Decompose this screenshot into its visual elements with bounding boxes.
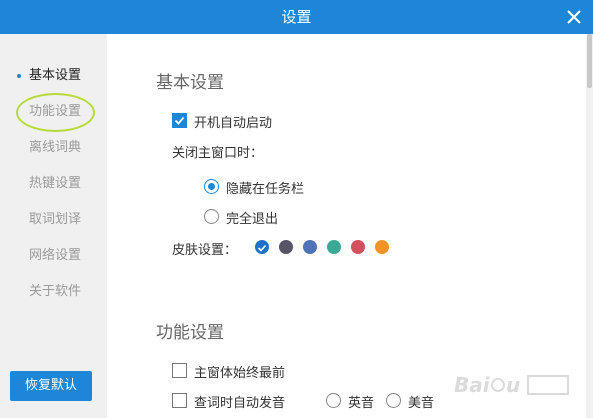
title-bar: 设置: [0, 0, 593, 34]
skin-swatch[interactable]: [351, 240, 365, 254]
uk-pronunciation-radio[interactable]: [326, 393, 341, 408]
highlight-annotation-ellipse: [16, 93, 95, 132]
section-title-basic: 基本设置: [156, 73, 224, 93]
section-title-function: 功能设置: [156, 323, 224, 343]
sidebar-item-network[interactable]: 网络设置: [0, 244, 107, 268]
auto-pronounce-checkbox[interactable]: [172, 393, 187, 408]
skin-swatches: [255, 239, 389, 255]
skin-swatch[interactable]: [327, 240, 341, 254]
sidebar-item-label: 关于软件: [29, 284, 82, 299]
sidebar-item-basic[interactable]: 基本设置: [0, 64, 107, 88]
uk-pronunciation-label: 英音: [348, 396, 375, 411]
restore-defaults-button[interactable]: 恢复默认: [10, 371, 92, 401]
hide-to-taskbar-radio[interactable]: [204, 179, 219, 194]
skin-swatch-selected[interactable]: [255, 240, 269, 254]
exit-completely-radio[interactable]: [204, 209, 219, 224]
autostart-checkbox[interactable]: [172, 113, 187, 128]
sidebar-item-label: 取词划译: [29, 212, 82, 227]
sidebar-item-label: 基本设置: [29, 68, 82, 83]
close-window-label: 关闭主窗口时：: [172, 146, 264, 161]
always-on-top-checkbox[interactable]: [172, 363, 187, 378]
svg-text:u: u: [506, 373, 520, 397]
close-icon[interactable]: [561, 4, 587, 30]
skin-swatch[interactable]: [279, 240, 293, 254]
autostart-label: 开机自动启动: [194, 116, 273, 131]
sidebar-item-label: 网络设置: [29, 248, 82, 263]
svg-text:Bai: Bai: [454, 373, 491, 397]
sidebar-item-word-capture[interactable]: 取词划译: [0, 208, 107, 232]
scrollbar-thumb[interactable]: [587, 34, 592, 88]
check-icon: [257, 244, 267, 252]
window-title: 设置: [281, 8, 312, 26]
sidebar-item-label: 热键设置: [29, 176, 82, 191]
settings-content: 基本设置 开机自动启动 关闭主窗口时： 隐藏在任务栏 完全退出 皮肤设置： 功能…: [107, 34, 586, 418]
sidebar-item-hotkeys[interactable]: 热键设置: [0, 172, 107, 196]
exit-completely-label: 完全退出: [226, 212, 279, 227]
content-scrollbar[interactable]: [586, 34, 593, 418]
check-icon: [174, 116, 185, 125]
us-pronunciation-radio[interactable]: [386, 393, 401, 408]
skin-settings-label: 皮肤设置：: [172, 243, 238, 258]
us-pronunciation-label: 美音: [408, 396, 435, 411]
auto-pronounce-label: 查词时自动发音: [194, 396, 286, 411]
skin-swatch[interactable]: [303, 240, 317, 254]
active-dot-icon: [17, 74, 21, 78]
hide-to-taskbar-label: 隐藏在任务栏: [226, 182, 305, 197]
sidebar: 基本设置 功能设置 离线词典 热键设置 取词划译 网络设置 关于软件 恢复默认: [0, 34, 107, 418]
sidebar-item-offline-dict[interactable]: 离线词典: [0, 136, 107, 160]
sidebar-item-about[interactable]: 关于软件: [0, 280, 107, 304]
sidebar-item-label: 离线词典: [29, 140, 82, 155]
baidu-jingyan-watermark-logo: Bai u: [452, 366, 592, 406]
always-on-top-label: 主窗体始终最前: [194, 366, 286, 381]
skin-swatch[interactable]: [375, 240, 389, 254]
